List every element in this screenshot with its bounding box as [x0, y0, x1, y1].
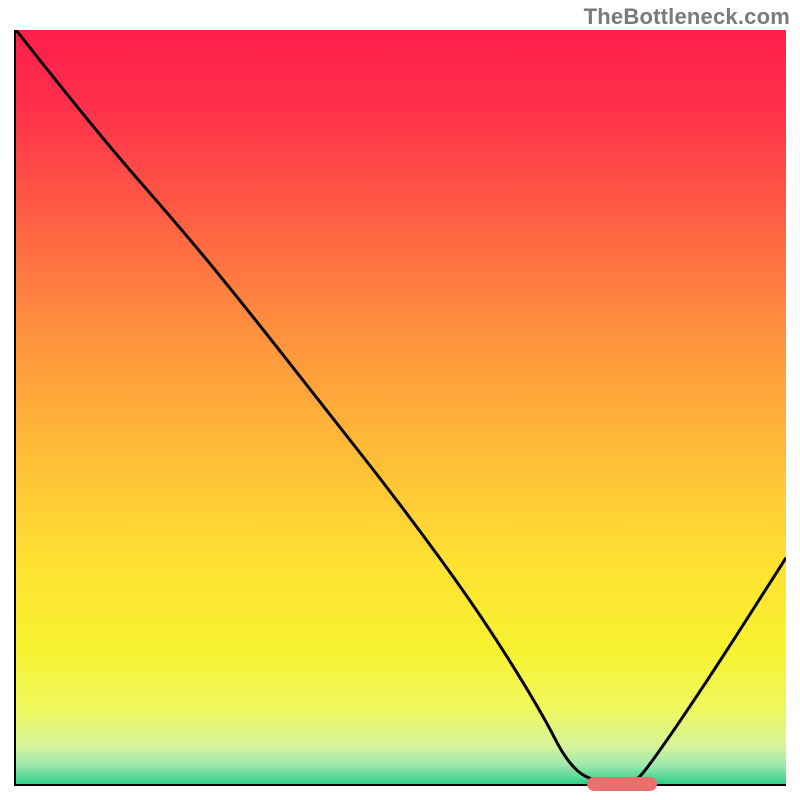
chart-frame: TheBottleneck.com: [0, 0, 800, 800]
optimal-range-marker: [587, 777, 656, 791]
gradient-background: [16, 30, 786, 784]
watermark-label: TheBottleneck.com: [584, 4, 790, 30]
plot-area: [14, 30, 786, 786]
chart-svg: [16, 30, 786, 784]
